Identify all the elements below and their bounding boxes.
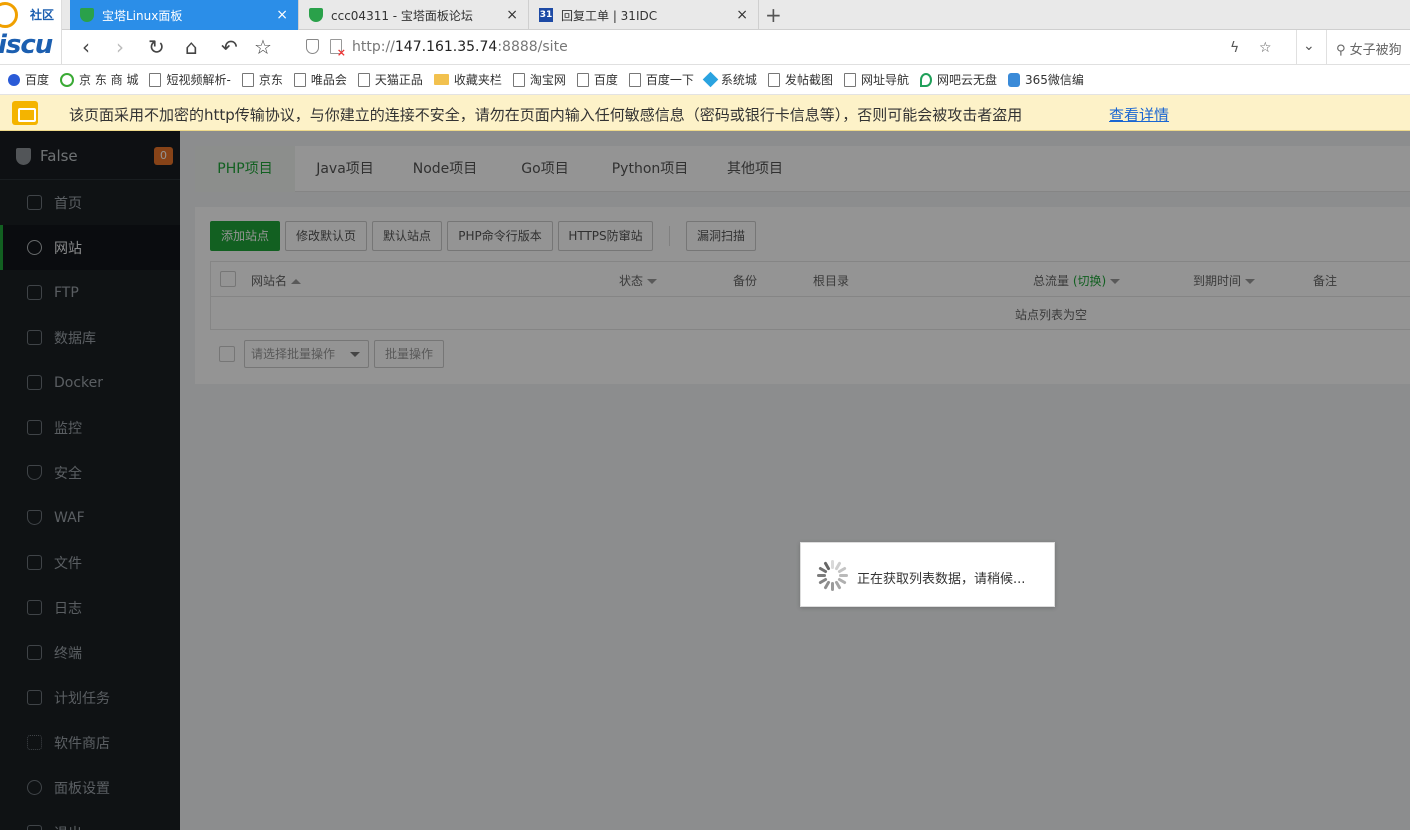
bookmark-item[interactable]: 网址导航 (843, 71, 909, 88)
spinner-bar (817, 574, 826, 577)
new-tab-plus-icon[interactable]: + (765, 3, 782, 27)
bookmark-item[interactable]: 天猫正品 (357, 71, 423, 88)
bookmark-label: 系统城 (720, 73, 757, 87)
chevron-down-icon[interactable]: ⌄ (1303, 38, 1315, 54)
bookmark-label: 百度 (25, 73, 50, 87)
address-bar[interactable]: http://147.161.35.74:8888/site ϟ ☆ (298, 32, 1298, 62)
bookmark-label: 天猫正品 (374, 73, 423, 87)
bookmark-label: 网吧云无盘 (936, 73, 997, 87)
lightning-icon[interactable]: ϟ (1230, 40, 1239, 56)
page-icon (149, 72, 162, 87)
bookmark-item[interactable]: 百度一下 (628, 71, 694, 88)
page-icon (767, 72, 780, 87)
logo-ring-icon (0, 2, 18, 28)
bookmark-item[interactable]: 唯品会 (293, 71, 347, 88)
bookmark-label: 唯品会 (310, 73, 347, 87)
warning-text: 该页面采用不加密的http传输协议，与你建立的连接不安全，请勿在页面内输入任何敏… (69, 106, 1023, 124)
bookmarks-bar: 百度 京 东 商 城 短视频解析- 京东 唯品会 天猫正品 收藏夹栏 淘宝网 百度 百度一下 系统城… (0, 65, 1410, 95)
browser-tab-31idc[interactable]: 31 回复工单 | 31IDC × (529, 0, 759, 30)
bookmark-label: 京东 (258, 73, 283, 87)
leaf-icon (919, 72, 932, 87)
loading-dialog: 正在获取列表数据，请稍候... (800, 542, 1055, 607)
warning-details-link[interactable]: 查看详情 (1109, 104, 1169, 125)
url-text[interactable]: http://147.161.35.74:8888/site (352, 39, 568, 55)
green-circle-icon (60, 72, 75, 87)
insecure-page-icon[interactable] (330, 39, 346, 59)
warning-icon (12, 101, 38, 125)
browser-tabbar: 宝塔Linux面板 × ccc04311 - 宝塔面板论坛 × 31 回复工单 … (0, 0, 1410, 30)
bookmark-label: 百度 (593, 73, 618, 87)
365-icon (1007, 72, 1020, 87)
close-icon[interactable]: × (506, 7, 518, 23)
page-icon (843, 72, 856, 87)
bt-panel-app: False 0 首页 网站 FTP 数据库 Docker 监控 安全 WAF 文件 日志 终端 计划任… (0, 131, 1410, 830)
divider (1326, 30, 1327, 65)
bookmark-item[interactable]: 京东 (241, 71, 283, 88)
bookmark-label: 京 东 商 城 (79, 73, 139, 87)
bookmark-label: 365微信编 (1024, 73, 1084, 87)
undo-icon[interactable]: ↶ (221, 36, 238, 58)
browser-navbar: ‹ › ↻ ⌂ ↶ ☆ http://147.161.35.74:8888/si… (0, 30, 1410, 65)
spinner-bar (831, 582, 834, 591)
page-icon (357, 72, 370, 87)
star-icon[interactable]: ☆ (254, 36, 272, 58)
bookmark-item[interactable]: 百度 (8, 71, 49, 88)
browser-search-box[interactable]: ⚲ 女子被狗 (1336, 39, 1402, 58)
bookmark-label: 淘宝网 (529, 73, 566, 87)
spinner-icon (817, 560, 848, 591)
page-icon (628, 72, 641, 87)
bt-shield-icon (309, 8, 323, 22)
bookmark-item[interactable]: 发帖截图 (767, 71, 833, 88)
bookmark-item[interactable]: 网吧云无盘 (919, 71, 997, 88)
bookmark-item[interactable]: 百度 (576, 71, 618, 88)
logo-text-bottom: iscu (0, 30, 53, 60)
loading-overlay (0, 131, 1410, 830)
close-icon[interactable]: × (276, 7, 288, 23)
logo-text-top: 社区 (30, 8, 55, 22)
bookmark-item[interactable]: 淘宝网 (512, 71, 566, 88)
paw-icon (8, 73, 20, 86)
reload-icon[interactable]: ↻ (148, 36, 165, 58)
bookmark-item[interactable]: 短视频解析- (149, 71, 231, 88)
bt-shield-icon (80, 8, 94, 22)
bookmark-star-icon[interactable]: ☆ (1259, 40, 1272, 56)
page-icon (241, 72, 254, 87)
bookmark-label: 百度一下 (645, 73, 694, 87)
browser-tab-forum[interactable]: ccc04311 - 宝塔面板论坛 × (299, 0, 529, 30)
page-icon (576, 72, 589, 87)
site-shield-icon[interactable] (306, 39, 319, 54)
tab-title: 回复工单 | 31IDC (561, 8, 658, 23)
bookmark-label: 短视频解析- (166, 73, 231, 87)
folder-icon (433, 74, 449, 85)
page-icon (293, 72, 306, 87)
bookmark-item[interactable]: 收藏夹栏 (433, 71, 502, 88)
loading-text: 正在获取列表数据，请稍候... (857, 572, 1026, 587)
back-arrow-icon[interactable]: ‹ (82, 36, 90, 58)
insecure-warning-bar: 该页面采用不加密的http传输协议，与你建立的连接不安全，请勿在页面内输入任何敏… (0, 95, 1410, 131)
browser-tab-baota[interactable]: 宝塔Linux面板 × (70, 0, 299, 30)
forward-arrow-icon[interactable]: › (116, 36, 124, 58)
home-icon[interactable]: ⌂ (185, 36, 198, 58)
bookmark-item[interactable]: 系统城 (702, 71, 757, 88)
diamond-icon (702, 71, 719, 88)
tab-title: ccc04311 - 宝塔面板论坛 (331, 8, 473, 23)
close-icon[interactable]: × (736, 7, 748, 23)
spinner-bar (831, 560, 834, 569)
page-icon (512, 72, 525, 87)
bookmark-label: 收藏夹栏 (453, 73, 502, 87)
tab-title: 宝塔Linux面板 (102, 8, 183, 23)
31idc-icon: 31 (539, 8, 553, 22)
divider (1296, 30, 1297, 65)
bookmark-label: 发帖截图 (784, 73, 833, 87)
browser-logo: 社区 iscu (0, 0, 62, 64)
spinner-bar (839, 574, 848, 577)
bookmark-label: 网址导航 (860, 73, 909, 87)
bookmark-item[interactable]: 京 东 商 城 (60, 71, 138, 88)
bookmark-item[interactable]: 365微信编 (1007, 71, 1084, 88)
